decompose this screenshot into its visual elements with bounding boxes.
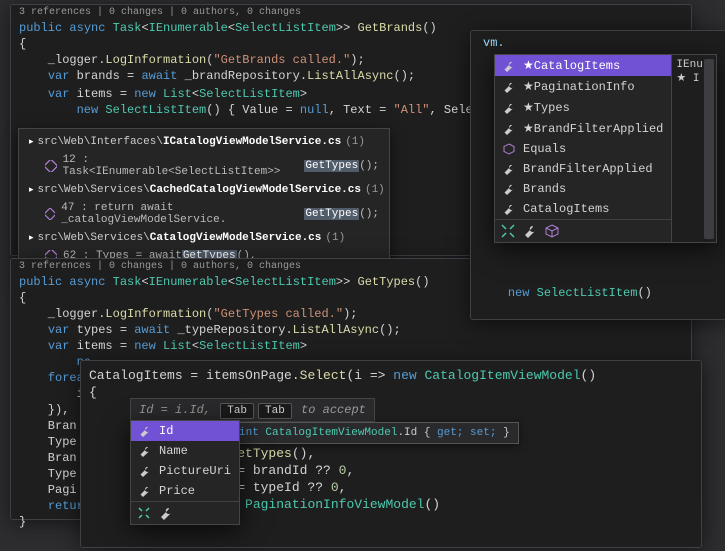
autocomplete-item[interactable]: ★ BrandFilterApplied — [495, 118, 671, 139]
code-line[interactable]: CatalogItems = itemsOnPage.Select(i => n… — [81, 367, 701, 384]
code-line[interactable]: var types = await _typeRepository.ListAl… — [11, 322, 691, 338]
autocomplete-label: CatalogItems — [534, 59, 620, 73]
autocomplete-item[interactable]: Brands — [495, 179, 671, 199]
autocomplete-item[interactable]: ★ Types — [495, 97, 671, 118]
autocomplete-label: Id — [159, 424, 173, 438]
cube-icon — [503, 143, 517, 155]
method-icon — [45, 208, 55, 220]
autocomplete-label: PaginationInfo — [534, 80, 635, 94]
autocomplete-item[interactable]: PictureUri — [131, 461, 239, 481]
code-line[interactable]: vm. — [475, 35, 725, 51]
star-wrench-icon — [503, 123, 517, 135]
autocomplete-item[interactable]: BrandFilterApplied — [495, 159, 671, 179]
code-line[interactable]: var items = new List<SelectListItem> — [11, 338, 691, 354]
autocomplete-item[interactable]: ★ PaginationInfo — [495, 76, 671, 97]
wrench-icon[interactable] — [523, 224, 537, 238]
autocomplete-label: CatalogItems — [523, 202, 609, 216]
expand-icon[interactable] — [501, 224, 515, 238]
codelens-bar[interactable]: 3 references | 0 changes | 0 authors, 0 … — [11, 5, 691, 20]
ref-file-row[interactable]: ▸src\Web\Interfaces\ICatalogViewModelSer… — [19, 133, 389, 151]
wrench-icon[interactable] — [159, 506, 173, 520]
expand-icon[interactable] — [137, 506, 151, 520]
star-icon: ★ — [523, 121, 534, 136]
wrench-icon — [139, 445, 153, 457]
ref-line[interactable]: 47 : return await _catalogViewModelServi… — [19, 199, 389, 229]
autocomplete-label: Name — [159, 444, 188, 458]
autocomplete-popup-2: Id Name PictureUri Price — [130, 420, 240, 525]
autocomplete-popup-1: ★ CatalogItems★ PaginationInfo★ Types★ B… — [494, 54, 717, 243]
chevron-down-icon: ▸ — [29, 185, 34, 195]
autocomplete-label: BrandFilterApplied — [523, 162, 653, 176]
chevron-down-icon: ▸ — [29, 233, 34, 243]
cube-icon[interactable] — [545, 224, 559, 238]
star-wrench-icon — [503, 81, 517, 93]
autocomplete-label: Types — [534, 101, 570, 115]
code-line[interactable]: new SelectListItem() — [471, 285, 660, 301]
method-icon — [45, 160, 57, 172]
star-wrench-icon — [503, 60, 517, 72]
autocomplete-item[interactable]: Price — [131, 481, 239, 501]
star-wrench-icon — [503, 102, 517, 114]
autocomplete-item[interactable]: Name — [131, 441, 239, 461]
ref-file-row[interactable]: ▸src\Web\Services\CachedCatalogViewModel… — [19, 181, 389, 199]
autocomplete-list: ★ CatalogItems★ PaginationInfo★ Types★ B… — [495, 55, 671, 242]
tab-key-hint: Tab — [220, 403, 254, 419]
wrench-icon — [139, 465, 153, 477]
autocomplete-item[interactable]: ★ CatalogItems — [495, 55, 671, 76]
ref-file-row[interactable]: ▸src\Web\Services\CatalogViewModelServic… — [19, 229, 389, 247]
ref-line[interactable]: 12 : Task<IEnumerable<SelectListItem>> G… — [19, 151, 389, 181]
signature-tooltip: int CatalogItemViewModel.Id { get; set; … — [230, 422, 519, 444]
wrench-icon — [503, 183, 517, 195]
autocomplete-label: PictureUri — [159, 464, 231, 478]
wrench-icon — [139, 485, 153, 497]
wrench-icon — [503, 163, 517, 175]
autocomplete-toolbar — [131, 501, 239, 524]
wrench-icon — [503, 203, 517, 215]
autocomplete-label: Price — [159, 484, 195, 498]
star-icon: ★ — [523, 100, 534, 115]
wrench-icon — [139, 425, 153, 437]
autocomplete-item[interactable]: Id — [131, 421, 239, 441]
autocomplete-item[interactable]: Equals — [495, 139, 671, 159]
inline-hint: Id = i.Id, TabTab to accept — [130, 398, 375, 422]
autocomplete-item[interactable]: CatalogItems — [495, 199, 671, 219]
star-icon: ★ — [523, 79, 534, 94]
autocomplete-label: Brands — [523, 182, 566, 196]
star-icon: ★ — [523, 58, 534, 73]
autocomplete-toolbar — [495, 219, 671, 242]
scrollbar[interactable] — [704, 59, 714, 239]
tab-key-hint: Tab — [258, 403, 292, 419]
chevron-down-icon: ▸ — [29, 137, 34, 147]
autocomplete-label: BrandFilterApplied — [534, 122, 664, 136]
autocomplete-label: Equals — [523, 142, 566, 156]
